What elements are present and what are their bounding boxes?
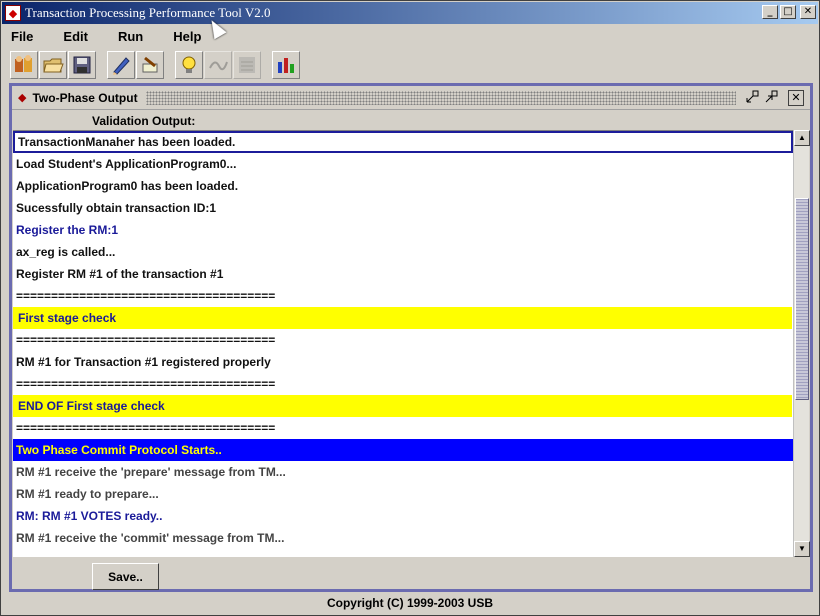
output-line[interactable]: RM: RM #1 VOTES ready.. bbox=[13, 505, 793, 527]
menu-help[interactable]: Help bbox=[165, 29, 209, 44]
frame-title-bar[interactable]: ◆ Two-Phase Output ✕ bbox=[12, 86, 810, 110]
app-window: ◆ Transaction Processing Performance Too… bbox=[0, 0, 820, 616]
frame-grip bbox=[145, 90, 736, 105]
chart-icon[interactable] bbox=[272, 51, 300, 79]
output-line[interactable]: RM #1 for Transaction #1 registered prop… bbox=[13, 351, 793, 373]
validation-output-label: Validation Output: bbox=[92, 114, 196, 128]
menu-run[interactable]: Run bbox=[110, 29, 151, 44]
menu-file[interactable]: File bbox=[3, 29, 41, 44]
maximize-button[interactable]: □ bbox=[780, 5, 796, 19]
window-controls: _ □ ✕ bbox=[762, 5, 816, 19]
clear-brush-icon[interactable] bbox=[136, 51, 164, 79]
wire-icon[interactable] bbox=[204, 51, 232, 79]
app-icon: ◆ bbox=[5, 5, 21, 21]
frame-restore-icon[interactable] bbox=[763, 90, 779, 106]
output-line[interactable]: ===================================== bbox=[13, 417, 793, 439]
two-phase-output-frame: ◆ Two-Phase Output ✕ Validation Output: … bbox=[9, 83, 813, 592]
output-line[interactable]: ApplicationProgram0 has been loaded. bbox=[13, 175, 793, 197]
output-line[interactable]: ===================================== bbox=[13, 373, 793, 395]
toolbar bbox=[2, 49, 818, 81]
output-line[interactable]: First stage check bbox=[13, 307, 792, 329]
save-button[interactable]: Save.. bbox=[92, 563, 159, 590]
minimize-button[interactable]: _ bbox=[762, 5, 778, 19]
output-line[interactable]: Load Student's ApplicationProgram0... bbox=[13, 153, 793, 175]
open-folder-icon[interactable] bbox=[39, 51, 67, 79]
output-line[interactable]: END OF First stage check bbox=[13, 395, 792, 417]
network-icon[interactable] bbox=[233, 51, 261, 79]
close-button[interactable]: ✕ bbox=[800, 5, 816, 19]
output-line[interactable]: TransactionManaher has been loaded. bbox=[13, 131, 793, 153]
frame-diamond-icon: ◆ bbox=[18, 92, 27, 104]
validation-output-list[interactable]: TransactionManaher has been loaded. Load … bbox=[13, 130, 793, 557]
menu-bar: File Edit Run Help bbox=[2, 25, 818, 47]
frame-title: Two-Phase Output bbox=[32, 90, 138, 105]
lightbulb-icon[interactable] bbox=[175, 51, 203, 79]
output-line[interactable]: Register the RM:1 bbox=[13, 219, 793, 241]
output-line[interactable]: Sucessfully obtain transaction ID:1 bbox=[13, 197, 793, 219]
output-line[interactable]: Two Phase Commit Protocol Starts.. bbox=[13, 439, 793, 461]
output-line[interactable]: RM #1 ready to prepare... bbox=[13, 483, 793, 505]
scroll-up-icon[interactable]: ▲ bbox=[794, 130, 810, 146]
edit-pen-icon[interactable] bbox=[107, 51, 135, 79]
frame-minimize-icon[interactable] bbox=[744, 90, 760, 106]
copyright-text: Copyright (C) 1999-2003 USB bbox=[326, 596, 494, 610]
scroll-thumb[interactable] bbox=[795, 198, 809, 400]
output-line[interactable]: RM #1 receive the 'commit' message from … bbox=[13, 527, 793, 549]
scroll-down-icon[interactable]: ▼ bbox=[794, 541, 810, 557]
title-bar[interactable]: ◆ Transaction Processing Performance Too… bbox=[2, 2, 818, 24]
output-line[interactable]: RM #1 receive the 'prepare' message from… bbox=[13, 461, 793, 483]
frame-close-icon[interactable]: ✕ bbox=[788, 89, 804, 106]
vertical-scrollbar[interactable]: ▲ ▼ bbox=[793, 130, 810, 557]
output-line[interactable]: ax_reg is called... bbox=[13, 241, 793, 263]
output-line[interactable]: Register RM #1 of the transaction #1 bbox=[13, 263, 793, 285]
output-line[interactable]: ===================================== bbox=[13, 329, 793, 351]
output-line[interactable]: ===================================== bbox=[13, 285, 793, 307]
open-people-icon[interactable] bbox=[10, 51, 38, 79]
save-disk-icon[interactable] bbox=[68, 51, 96, 79]
menu-edit[interactable]: Edit bbox=[55, 29, 96, 44]
frame-controls: ✕ bbox=[744, 89, 804, 106]
window-title: Transaction Processing Performance Tool … bbox=[25, 5, 271, 20]
